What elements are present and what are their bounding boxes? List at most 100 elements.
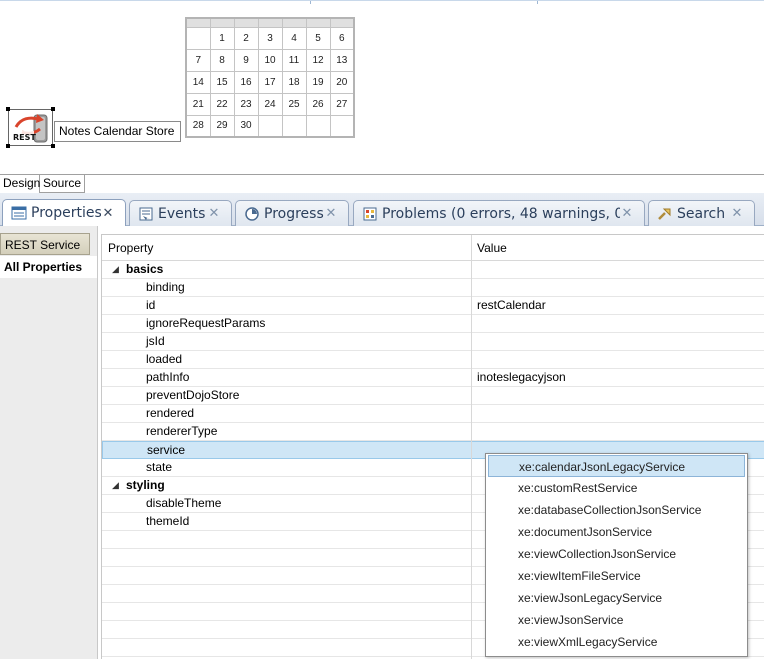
dropdown-option[interactable]: xe:viewJsonService: [486, 609, 747, 631]
dropdown-option[interactable]: xe:databaseCollectionJsonService: [486, 499, 747, 521]
dropdown-option[interactable]: xe:customRestService: [486, 477, 747, 499]
selection-handle[interactable]: [6, 107, 10, 111]
calendar-control[interactable]: 1 2 3 4 5 6 7 8 9 10 11 12 13 14 15 16 17 18 19 20 21 22 23 24 2…: [185, 17, 355, 138]
calendar-day[interactable]: 17: [257, 70, 283, 94]
property-row[interactable]: jsId: [102, 333, 764, 351]
calendar-day[interactable]: 27: [329, 92, 355, 116]
calendar-day[interactable]: [329, 114, 355, 138]
calendar-day[interactable]: 23: [233, 92, 259, 116]
close-icon[interactable]: ✕: [207, 206, 221, 221]
property-value[interactable]: restCalendar: [477, 297, 546, 314]
calendar-day[interactable]: 4: [281, 26, 307, 50]
property-name: rendered: [146, 406, 195, 420]
dropdown-option[interactable]: xe:viewXmlLegacyService: [486, 631, 747, 653]
tab-source[interactable]: Source: [40, 175, 85, 193]
calendar-week-row: 21 22 23 24 25 26 27: [185, 92, 355, 116]
calendar-day[interactable]: 13: [329, 48, 355, 72]
calendar-day[interactable]: 25: [281, 92, 307, 116]
property-row[interactable]: rendered: [102, 405, 764, 423]
column-header-value[interactable]: Value: [477, 241, 507, 255]
expand-triangle-icon[interactable]: ◢: [112, 261, 119, 278]
property-name: rendererType: [146, 424, 218, 438]
property-group-row[interactable]: ◢ basics: [102, 261, 764, 279]
close-icon[interactable]: ✕: [324, 206, 338, 221]
side-tab-all-properties[interactable]: All Properties: [0, 256, 97, 278]
calendar-day[interactable]: 12: [305, 48, 331, 72]
canvas-ruler: [310, 1, 538, 4]
calendar-day[interactable]: 20: [329, 70, 355, 94]
calendar-day[interactable]: 10: [257, 48, 283, 72]
calendar-week-row: 123456: [185, 26, 355, 50]
property-row[interactable]: rendererType: [102, 423, 764, 441]
calendar-day[interactable]: 9: [233, 48, 259, 72]
calendar-day[interactable]: 28: [185, 114, 211, 138]
calendar-day[interactable]: 14: [185, 70, 211, 94]
calendar-day[interactable]: 18: [281, 70, 307, 94]
tab-search[interactable]: Search ✕: [648, 200, 755, 226]
calendar-day[interactable]: [281, 114, 307, 138]
service-dropdown-list[interactable]: xe:calendarJsonLegacyService xe:customRes…: [485, 453, 748, 657]
property-value[interactable]: inoteslegacyjson: [477, 369, 566, 386]
calendar-day[interactable]: [185, 26, 211, 50]
property-name: state: [146, 460, 173, 474]
property-row[interactable]: binding: [102, 279, 764, 297]
svg-text:REST: REST: [13, 133, 36, 142]
property-row[interactable]: preventDojoStore: [102, 387, 764, 405]
property-table-header: Property Value: [102, 235, 764, 261]
dropdown-option[interactable]: xe:documentJsonService: [486, 521, 747, 543]
property-row[interactable]: id restCalendar: [102, 297, 764, 315]
view-tab-bar: Properties ✕ Events ✕ Progress ✕ Problem…: [0, 193, 764, 226]
property-name: disableTheme: [146, 496, 222, 510]
calendar-day[interactable]: [257, 114, 283, 138]
calendar-day[interactable]: 1: [209, 26, 235, 50]
calendar-day[interactable]: 3: [257, 26, 283, 50]
calendar-day[interactable]: 2: [233, 26, 259, 50]
calendar-day[interactable]: 30: [233, 114, 259, 138]
calendar-day[interactable]: 26: [305, 92, 331, 116]
tab-problems[interactable]: Problems (0 errors, 48 warnings, 0 ... ✕: [353, 200, 645, 226]
selection-handle[interactable]: [51, 107, 55, 111]
property-row[interactable]: pathInfo inoteslegacyjson: [102, 369, 764, 387]
calendar-day[interactable]: 7: [185, 48, 211, 72]
dropdown-option[interactable]: xe:viewCollectionJsonService: [486, 543, 747, 565]
rest-service-control[interactable]: REST: [6, 107, 55, 148]
properties-side-tabs: REST Service All Properties: [0, 226, 98, 659]
calendar-day[interactable]: 15: [209, 70, 235, 94]
calendar-day[interactable]: 24: [257, 92, 283, 116]
calendar-day[interactable]: 21: [185, 92, 211, 116]
expand-triangle-icon[interactable]: ◢: [112, 477, 119, 494]
selection-handle[interactable]: [6, 144, 10, 148]
side-tab-rest-service[interactable]: REST Service: [0, 233, 90, 255]
tab-progress[interactable]: Progress ✕: [235, 200, 349, 226]
close-icon[interactable]: ✕: [730, 206, 744, 221]
calendar-day[interactable]: 6: [329, 26, 355, 50]
dropdown-option[interactable]: xe:viewItemFileService: [486, 565, 747, 587]
property-row[interactable]: ignoreRequestParams: [102, 315, 764, 333]
property-name: id: [146, 298, 156, 312]
calendar-day[interactable]: 19: [305, 70, 331, 94]
column-divider[interactable]: [471, 235, 472, 659]
calendar-day[interactable]: 29: [209, 114, 235, 138]
property-name: loaded: [146, 352, 183, 366]
tab-events[interactable]: Events ✕: [129, 200, 232, 226]
dropdown-option[interactable]: xe:calendarJsonLegacyService: [488, 455, 745, 477]
column-header-property[interactable]: Property: [108, 241, 153, 255]
calendar-week-row: 28 29 30: [185, 114, 355, 138]
calendar-day[interactable]: 16: [233, 70, 259, 94]
calendar-day[interactable]: 11: [281, 48, 307, 72]
calendar-week-row: 14 15 16 17 18 19 20: [185, 70, 355, 94]
problems-icon: [362, 206, 378, 222]
property-row[interactable]: loaded: [102, 351, 764, 369]
editor-mode-tabs: Design Source: [0, 174, 764, 193]
close-icon[interactable]: ✕: [620, 206, 634, 221]
design-canvas[interactable]: 1 2 3 4 5 6 7 8 9 10 11 12 13 14 15 16 17 18 19 20 21 22 23 24 2…: [0, 0, 764, 174]
calendar-day[interactable]: 5: [305, 26, 331, 50]
close-icon[interactable]: ✕: [101, 206, 115, 221]
dropdown-option[interactable]: xe:viewJsonLegacyService: [486, 587, 747, 609]
tab-design[interactable]: Design: [0, 175, 40, 193]
selection-handle[interactable]: [51, 144, 55, 148]
calendar-day[interactable]: 22: [209, 92, 235, 116]
calendar-day[interactable]: 8: [209, 48, 235, 72]
tab-properties[interactable]: Properties ✕: [2, 199, 126, 226]
calendar-day[interactable]: [305, 114, 331, 138]
